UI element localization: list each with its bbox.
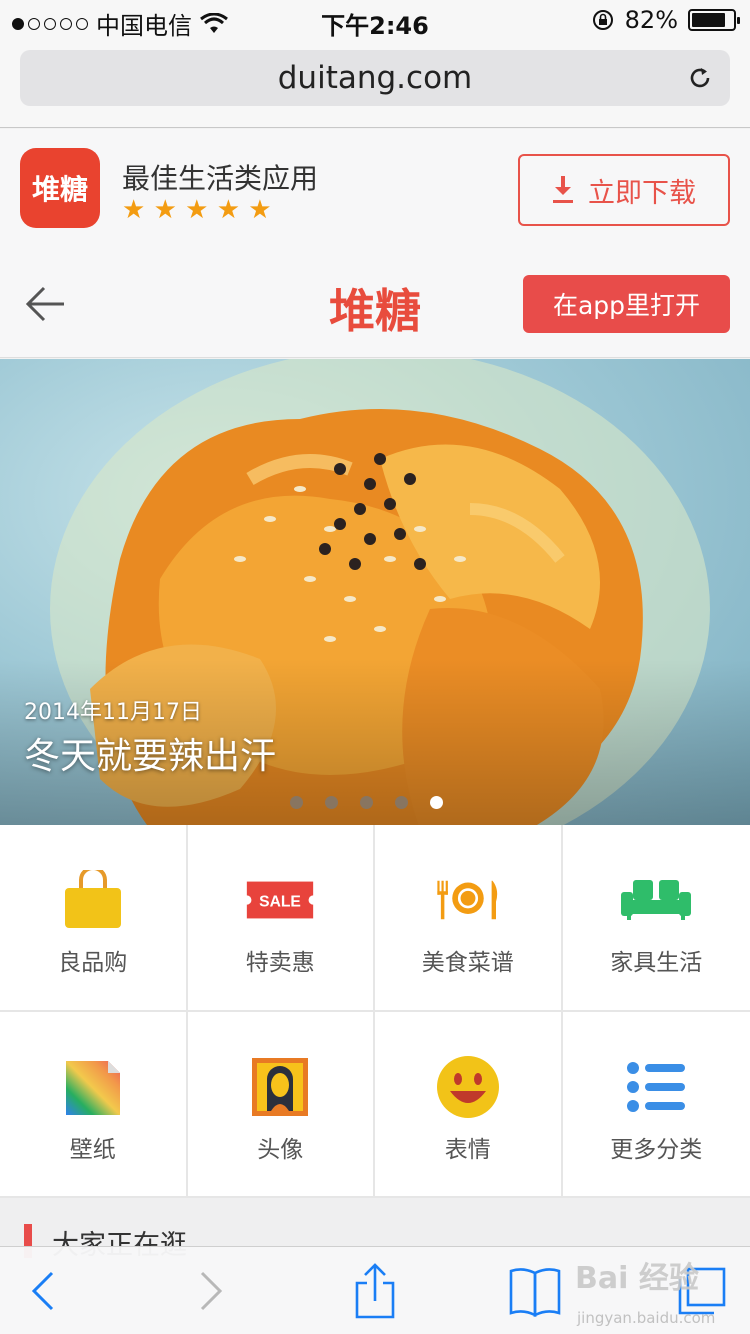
rotation-lock-icon — [592, 10, 613, 30]
open-in-app-button[interactable]: 在app里打开 — [523, 275, 730, 333]
battery-icon — [688, 9, 740, 31]
list-icon — [621, 1052, 691, 1122]
pager-dot[interactable] — [395, 796, 408, 809]
category-item[interactable]: 良品购 — [0, 825, 188, 1012]
category-label: 良品购 — [58, 950, 128, 976]
baidu-watermark: Bai 经验 jingyan.baidu.com — [575, 1253, 745, 1331]
app-icon[interactable]: 堆糖 — [20, 148, 100, 228]
watermark-subtext: jingyan.baidu.com — [577, 1309, 716, 1327]
category-grid: 良品购 SALE 特卖惠 美食菜谱 家具生活 壁纸 头像 表情 更多分类 — [0, 825, 750, 1198]
fork-plate-knife-icon — [433, 865, 503, 935]
hero-carousel[interactable]: 2014年11月17日 冬天就要辣出汗 — [0, 359, 750, 825]
address-bar[interactable]: duitang.com — [20, 50, 730, 106]
category-item[interactable]: 美食菜谱 — [375, 825, 563, 1012]
pager-dot[interactable] — [290, 796, 303, 809]
category-item[interactable]: SALE 特卖惠 — [187, 825, 375, 1012]
category-label: 特卖惠 — [245, 950, 315, 976]
download-button[interactable]: 立即下载 — [518, 154, 730, 226]
browser-toolbar: Bai 经验 jingyan.baidu.com — [0, 1246, 750, 1334]
category-item[interactable]: 头像 — [187, 1011, 375, 1198]
category-label: 美食菜谱 — [421, 950, 514, 976]
shopping-bag-icon — [58, 865, 128, 935]
hero-date: 2014年11月17日 — [24, 700, 202, 725]
app-download-banner: 堆糖 最佳生活类应用 ★ ★ ★ ★ ★ 立即下载 — [0, 129, 750, 245]
battery-fill — [692, 13, 725, 27]
category-label: 表情 — [444, 1136, 491, 1163]
bookmarks-icon[interactable] — [505, 1261, 565, 1321]
category-item[interactable]: 家具生活 — [562, 825, 750, 1012]
forward-icon[interactable] — [180, 1261, 240, 1321]
category-label: 更多分类 — [610, 1136, 703, 1163]
category-label: 家具生活 — [610, 950, 703, 976]
status-bar: 中国电信 下午2:46 82% — [0, 0, 750, 40]
category-label: 壁纸 — [69, 1136, 116, 1163]
sofa-icon — [621, 865, 692, 935]
site-header: 堆糖 在app里打开 — [0, 245, 750, 358]
share-icon[interactable] — [345, 1261, 405, 1321]
hero-title[interactable]: 冬天就要辣出汗 — [24, 727, 276, 779]
smiley-face-icon — [433, 1052, 503, 1122]
reload-icon[interactable] — [686, 64, 714, 92]
browser-chrome: duitang.com — [0, 40, 750, 128]
app-title: 最佳生活类应用 — [122, 162, 319, 195]
battery-percent: 82% — [624, 6, 678, 34]
avatar-portrait-icon — [245, 1052, 315, 1122]
download-label: 立即下载 — [588, 177, 696, 209]
category-item[interactable]: 更多分类 — [562, 1012, 750, 1198]
carousel-pager — [290, 796, 443, 809]
rating-stars: ★ ★ ★ ★ ★ — [122, 195, 272, 225]
watermark-text: Bai 经验 — [575, 1261, 699, 1296]
category-label: 头像 — [257, 1136, 304, 1163]
category-item[interactable]: 壁纸 — [0, 1011, 188, 1198]
pager-dot[interactable] — [360, 796, 373, 809]
status-right: 82% — [591, 6, 740, 34]
pager-dot-active[interactable] — [430, 796, 443, 809]
url-text[interactable]: duitang.com — [20, 60, 730, 96]
category-item[interactable]: 表情 — [375, 1011, 563, 1198]
back-icon[interactable] — [14, 1261, 74, 1321]
wallpaper-icon — [58, 1052, 128, 1122]
pager-dot[interactable] — [325, 796, 338, 809]
sale-ticket-text: SALE — [259, 893, 301, 910]
sale-ticket-icon: SALE — [245, 865, 316, 935]
download-icon — [553, 176, 573, 203]
